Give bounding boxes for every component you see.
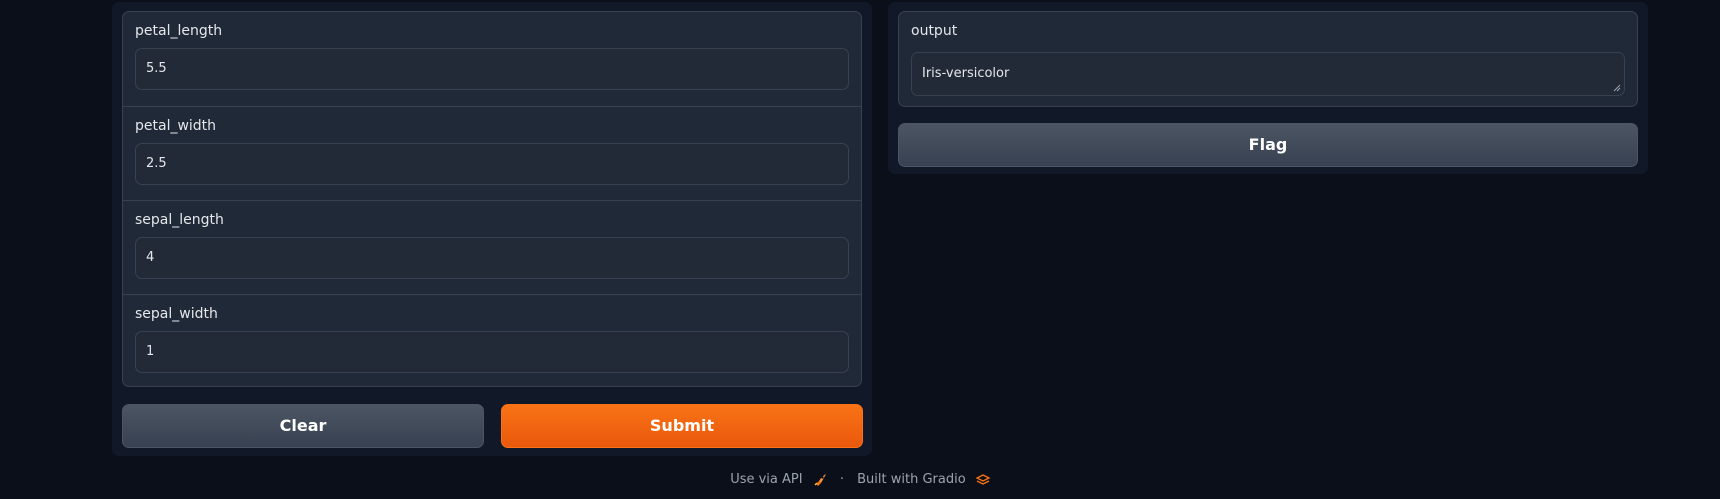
field-label: sepal_length [135,212,224,228]
output-box: output Iris-versicolor [898,11,1638,107]
output-textbox[interactable]: Iris-versicolor [911,52,1625,96]
footer: Use via API · Built with Gradio [0,472,1720,487]
field-sepal-width: sepal_width 1 [123,294,861,386]
field-petal-width: petal_width 2.5 [123,106,861,200]
sepal-length-input[interactable]: 4 [135,237,849,279]
resize-handle-icon[interactable] [1612,83,1621,92]
use-via-api-link[interactable]: Use via API [730,472,827,487]
submit-button[interactable]: Submit [501,404,863,448]
sepal-width-input[interactable]: 1 [135,331,849,373]
clear-button[interactable]: Clear [122,404,484,448]
field-sepal-length: sepal_length 4 [123,200,861,294]
field-petal-length: petal_length 5.5 [123,12,861,106]
input-form: petal_length 5.5 petal_width 2.5 sepal_l… [122,11,862,387]
input-panel: petal_length 5.5 petal_width 2.5 sepal_l… [112,2,872,456]
built-with-label: Built with Gradio [857,472,966,487]
built-with-gradio-link[interactable]: Built with Gradio [857,472,991,487]
gradio-app: petal_length 5.5 petal_width 2.5 sepal_l… [0,0,1720,499]
rocket-icon [814,473,826,486]
petal-width-input[interactable]: 2.5 [135,143,849,185]
output-label: output [911,23,958,39]
field-label: petal_length [135,23,223,39]
output-panel: output Iris-versicolor Flag [888,2,1648,174]
footer-separator: · [839,472,844,487]
field-label: sepal_width [135,306,218,322]
petal-length-input[interactable]: 5.5 [135,48,849,90]
field-label: petal_width [135,118,217,134]
output-value: Iris-versicolor [922,66,1010,81]
flag-button[interactable]: Flag [898,123,1638,167]
api-link-label: Use via API [730,472,803,487]
gradio-logo-icon [975,473,991,485]
